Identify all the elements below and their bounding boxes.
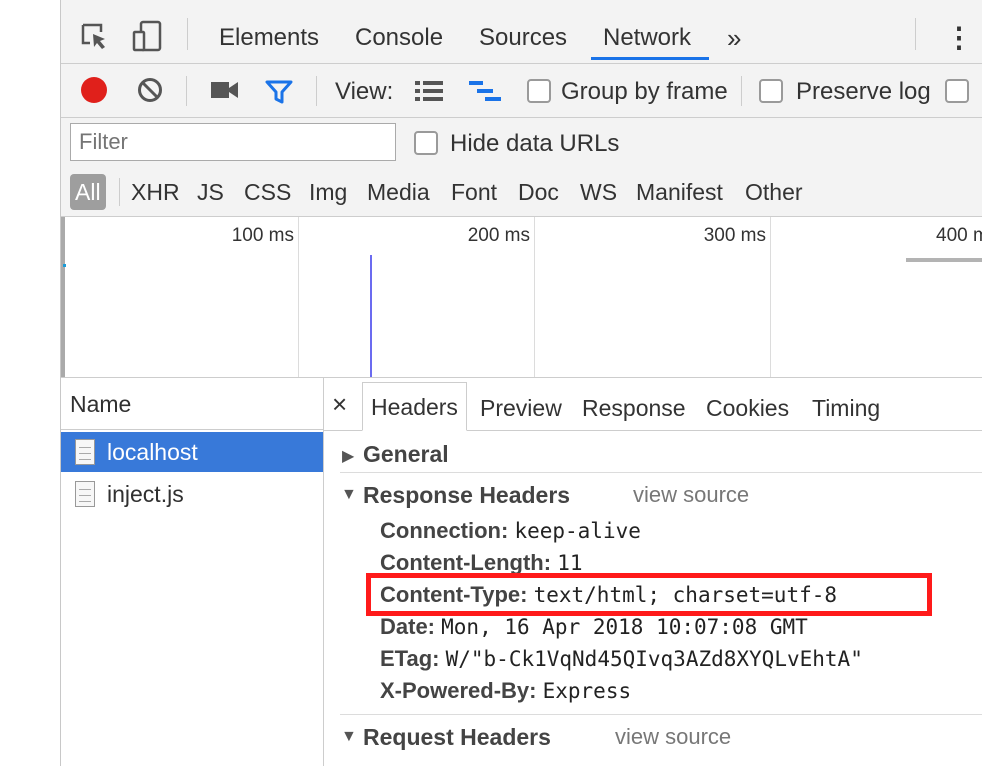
filter-bar: Hide data URLs All XHR JS CSS Img Media …	[61, 118, 982, 217]
device-toolbar-icon[interactable]	[132, 20, 162, 52]
type-filter-font[interactable]: Font	[451, 174, 497, 210]
request-row-injectjs[interactable]: inject.js	[61, 474, 323, 514]
header-row: Connection: keep-alive	[380, 518, 641, 543]
devtools-tabbar: Elements Console Sources Network » ⋮	[61, 0, 982, 64]
general-section-header[interactable]: General	[363, 441, 449, 468]
page-left-area	[0, 0, 61, 766]
tab-sources[interactable]: Sources	[479, 0, 567, 63]
collapsed-arrow-icon[interactable]: ▶	[342, 446, 354, 466]
timeline-tick: 200 ms	[467, 225, 530, 246]
expanded-arrow-icon[interactable]: ▼	[341, 486, 357, 504]
header-row: ETag: W/"b-Ck1VqNd45QIvq3AZd8XYQLvEhtA"	[380, 646, 863, 671]
timeline-tick: 100 ms	[231, 225, 294, 246]
type-filter-img[interactable]: Img	[309, 174, 347, 210]
document-icon	[75, 439, 95, 465]
hide-data-urls-checkbox[interactable]	[414, 131, 438, 155]
script-file-icon	[75, 481, 95, 507]
tab-preview[interactable]: Preview	[480, 378, 562, 430]
type-filter-ws[interactable]: WS	[580, 174, 617, 210]
tab-cookies[interactable]: Cookies	[706, 378, 789, 430]
preserve-log-checkbox[interactable]	[759, 79, 783, 103]
inspect-element-icon[interactable]	[80, 22, 110, 52]
filter-icon[interactable]	[265, 79, 293, 105]
timeline-overview[interactable]: 100 ms 200 ms 300 ms 400 ms	[61, 217, 982, 378]
request-headers-section-header[interactable]: Request Headers	[363, 724, 551, 751]
request-name: inject.js	[107, 481, 184, 507]
menu-icon[interactable]: ⋮	[945, 0, 973, 63]
expanded-arrow-icon[interactable]: ▼	[341, 728, 357, 746]
name-column-header[interactable]: Name	[61, 378, 323, 430]
header-row: X-Powered-By: Express	[380, 678, 632, 703]
disable-cache-checkbox[interactable]	[945, 79, 969, 103]
dom-content-loaded-marker	[370, 255, 372, 377]
timeline-left-edge	[61, 217, 65, 377]
type-filter-manifest[interactable]: Manifest	[636, 174, 723, 210]
view-label: View:	[335, 78, 394, 105]
hide-data-urls-label: Hide data URLs	[450, 130, 620, 157]
annotation-highlight-box	[366, 573, 932, 616]
tab-network[interactable]: Network	[591, 0, 709, 60]
group-by-frame-label: Group by frame	[561, 78, 728, 105]
type-filter-xhr[interactable]: XHR	[131, 174, 180, 210]
timeline-tick: 400 ms	[936, 225, 982, 246]
more-tabs-icon[interactable]: »	[727, 0, 741, 63]
tab-elements[interactable]: Elements	[219, 0, 319, 63]
record-icon[interactable]	[81, 77, 107, 103]
tab-timing[interactable]: Timing	[812, 378, 880, 430]
request-list: Name localhost inject.js	[61, 378, 324, 766]
group-by-frame-checkbox[interactable]	[527, 79, 551, 103]
preserve-log-label: Preserve log	[796, 78, 931, 105]
type-filter-other[interactable]: Other	[745, 174, 803, 210]
view-source-link[interactable]: view source	[633, 482, 749, 508]
request-details: × Headers Preview Response Cookies Timin…	[324, 378, 982, 766]
type-filter-doc[interactable]: Doc	[518, 174, 559, 210]
large-rows-icon[interactable]	[415, 80, 443, 102]
filter-input[interactable]	[70, 123, 396, 161]
timeline-request-bar	[63, 264, 66, 267]
type-filter-js[interactable]: JS	[197, 174, 224, 210]
header-row: Date: Mon, 16 Apr 2018 10:07:08 GMT	[380, 614, 808, 639]
details-tabbar: × Headers Preview Response Cookies Timin…	[324, 378, 982, 431]
network-toolbar: View: Group by frame Preserve log	[61, 64, 982, 118]
timeline-tick: 300 ms	[703, 225, 766, 246]
clear-icon[interactable]	[137, 77, 163, 103]
tab-console[interactable]: Console	[355, 0, 443, 63]
request-name: localhost	[107, 439, 198, 465]
view-source-link[interactable]: view source	[615, 724, 731, 750]
response-headers-section-header[interactable]: Response Headers	[363, 482, 570, 509]
tab-response[interactable]: Response	[582, 378, 686, 430]
capture-screenshots-icon[interactable]	[211, 80, 239, 100]
request-row-localhost[interactable]: localhost	[61, 432, 323, 472]
tab-headers[interactable]: Headers	[362, 382, 467, 431]
timeline-bar	[906, 258, 982, 262]
type-filter-media[interactable]: Media	[367, 174, 430, 210]
type-filter-css[interactable]: CSS	[244, 174, 291, 210]
close-details-icon[interactable]: ×	[332, 378, 347, 430]
type-filter-all[interactable]: All	[70, 174, 106, 210]
waterfall-icon[interactable]	[469, 80, 501, 102]
